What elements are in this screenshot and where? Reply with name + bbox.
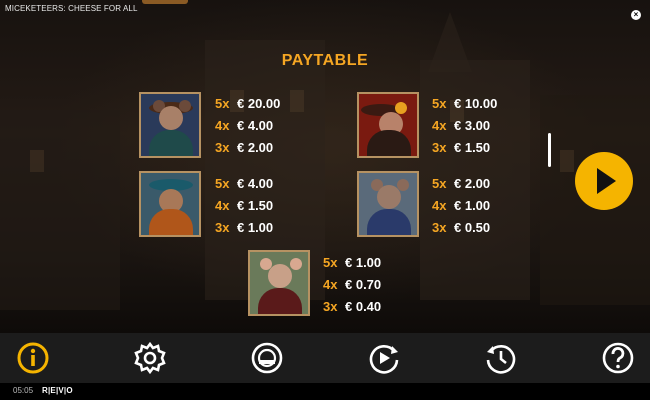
scroll-indicator[interactable] (548, 133, 551, 167)
pay-row: 4x € 4.00 (215, 118, 273, 136)
pay-row: 4x € 0.70 (323, 277, 381, 295)
multiplier: 3x (215, 140, 230, 155)
pay-row: 5x € 10.00 (432, 96, 497, 114)
pay-row: 4x € 1.00 (432, 198, 490, 216)
window (30, 150, 44, 172)
paytable-title: PAYTABLE (281, 52, 369, 69)
settings-gear-icon (134, 341, 166, 375)
top-tab-handle[interactable] (142, 0, 188, 4)
payout-amount: € 0.50 (454, 220, 491, 235)
pay-row: 3x € 0.40 (323, 299, 381, 317)
multiplier: 5x (215, 176, 230, 191)
multiplier: 5x (215, 96, 230, 111)
info-button[interactable] (16, 341, 50, 375)
noble-mouse-symbol (248, 250, 310, 316)
multiplier: 4x (432, 198, 447, 213)
lady-mouse-symbol (139, 92, 201, 158)
pay-row: 5x € 1.00 (323, 255, 381, 273)
history-icon (486, 345, 516, 374)
payout-amount: € 10.00 (454, 96, 498, 111)
payout-amount: € 1.00 (454, 198, 491, 213)
multiplier: 5x (432, 96, 447, 111)
play-icon (597, 168, 616, 194)
help-button[interactable] (601, 341, 635, 375)
multiplier: 3x (432, 220, 447, 235)
multiplier: 4x (215, 198, 230, 213)
payout-amount: € 0.40 (345, 299, 382, 314)
payout-amount: € 2.00 (454, 176, 491, 191)
payout-amount: € 2.00 (237, 140, 274, 155)
pay-row: 5x € 4.00 (215, 176, 273, 194)
autoplay-button[interactable] (367, 341, 401, 375)
play-button[interactable] (575, 152, 633, 210)
info-icon (17, 342, 49, 374)
pay-row: 4x € 3.00 (432, 118, 490, 136)
game-title: MICEKETEERS: CHEESE FOR ALL (5, 4, 138, 13)
payout-amount: € 1.00 (345, 255, 382, 270)
multiplier: 4x (432, 118, 447, 133)
payout-amount: € 1.50 (237, 198, 274, 213)
payout-amount: € 0.70 (345, 277, 382, 292)
history-button[interactable] (484, 341, 518, 375)
payout-amount: € 4.00 (237, 118, 274, 133)
multiplier: 4x (215, 118, 230, 133)
autoplay-icon (369, 345, 399, 374)
game-rules-button[interactable] (250, 341, 284, 375)
caped-mouse-symbol (357, 171, 419, 237)
payout-amount: € 1.00 (237, 220, 274, 235)
multiplier: 3x (432, 140, 447, 155)
musketeer-mouse-symbol (139, 171, 201, 237)
pay-row: 3x € 1.00 (215, 220, 273, 238)
payout-amount: € 20.00 (237, 96, 281, 111)
close-button[interactable]: × (631, 10, 641, 20)
multiplier: 3x (323, 299, 338, 314)
payout-amount: € 4.00 (237, 176, 274, 191)
pay-row: 5x € 2.00 (432, 176, 490, 194)
pay-row: 3x € 0.50 (432, 220, 490, 238)
game-rules-icon (251, 342, 283, 374)
payout-amount: € 3.00 (454, 118, 491, 133)
building-silhouette (0, 110, 120, 310)
pay-row: 3x € 1.50 (432, 140, 490, 158)
multiplier: 4x (323, 277, 338, 292)
status-bar: 05:05 R|E|V|O (0, 383, 650, 400)
provider-logo: R|E|V|O (42, 386, 73, 395)
bottom-toolbar (0, 333, 650, 383)
payout-amount: € 1.50 (454, 140, 491, 155)
pay-row: 4x € 1.50 (215, 198, 273, 216)
settings-button[interactable] (133, 341, 167, 375)
multiplier: 5x (323, 255, 338, 270)
pay-row: 3x € 2.00 (215, 140, 273, 158)
window (560, 150, 574, 172)
multiplier: 3x (215, 220, 230, 235)
multiplier: 5x (432, 176, 447, 191)
hat-mouse-symbol (357, 92, 419, 158)
window (290, 90, 304, 112)
help-icon (602, 342, 634, 374)
pay-row: 5x € 20.00 (215, 96, 280, 114)
clock: 05:05 (13, 386, 34, 395)
